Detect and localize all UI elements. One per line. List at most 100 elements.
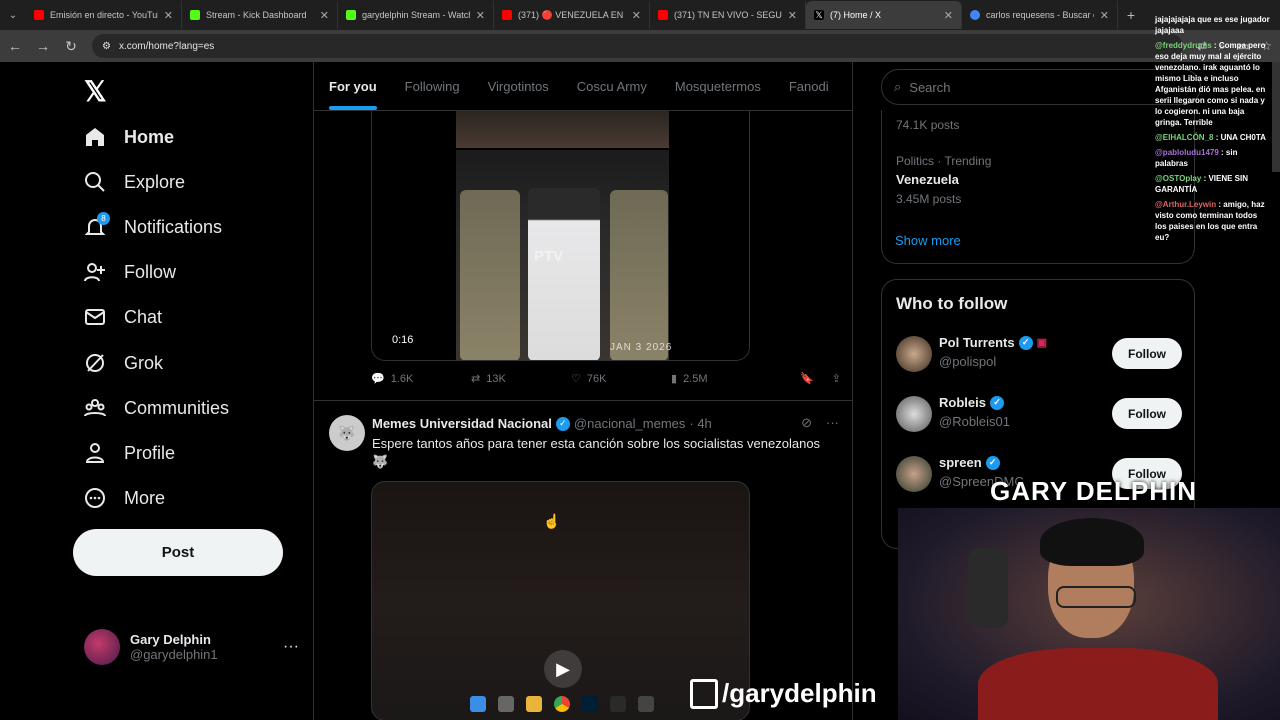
new-tab-icon[interactable]: +	[1118, 1, 1144, 29]
stream-chat-overlay: jajajajajaja que es ese jugador jajajaaa…	[1155, 14, 1270, 247]
browser-tab[interactable]: carlos requesens - Buscar con✕	[962, 1, 1118, 29]
search-input[interactable]: ⌕ Search	[881, 69, 1201, 105]
sidebar-item-explore[interactable]: Explore	[84, 171, 185, 193]
avatar[interactable]: 🐺	[329, 415, 365, 451]
streamer-glasses	[1056, 586, 1136, 608]
task-view-icon[interactable]	[498, 696, 514, 712]
verified-icon: ✓	[985, 455, 1000, 470]
panel-title: Who to follow	[896, 294, 1008, 313]
sidebar-item-profile[interactable]: Profile	[84, 442, 175, 464]
follow-suggestion[interactable]: Robleis ✓ @Robleis01 Follow	[896, 392, 1182, 436]
windows-start-icon[interactable]	[470, 696, 486, 712]
x-logo-icon[interactable]: 𝕏	[84, 75, 107, 108]
avatar	[896, 336, 932, 372]
photoshop-icon[interactable]	[582, 696, 598, 712]
home-icon	[84, 126, 106, 148]
browser-tab[interactable]: (371) TN EN VIVO - SEGUÍ LA✕	[650, 1, 806, 29]
forward-icon[interactable]: →	[36, 38, 50, 54]
post-time[interactable]: · 4h	[689, 416, 711, 431]
views-button[interactable]: ▮ 2.5M	[671, 372, 771, 386]
chat-message: jajajajajaja que es ese jugador jajajaaa	[1155, 15, 1270, 35]
trend-posts: 74.1K posts	[896, 118, 960, 132]
more-dots-icon[interactable]: ···	[826, 415, 839, 431]
bookmark-icon[interactable]: 🔖	[800, 372, 814, 385]
tab-mosquetermos[interactable]: Mosquetermos	[675, 79, 761, 94]
sidebar-item-communities[interactable]: Communities	[84, 397, 229, 419]
grok-icon[interactable]: ⊘	[801, 415, 812, 431]
people-icon	[84, 397, 106, 419]
browser-tab[interactable]: garydelphin Stream - Watch L ✕	[338, 1, 494, 29]
wolf-emoji-icon: 🐺	[372, 454, 389, 469]
chrome-icon[interactable]	[554, 696, 570, 712]
close-tab-icon[interactable]: ✕	[164, 9, 173, 22]
follow-button[interactable]: Follow	[1112, 398, 1182, 429]
close-tab-icon[interactable]: ✕	[320, 9, 329, 22]
taskbar	[470, 688, 654, 720]
share-icon[interactable]: ⇪	[832, 372, 841, 385]
reply-button[interactable]: 💬 1.6K	[371, 372, 471, 386]
post-video[interactable]: PTV 0:16 JAN 3 2026	[371, 110, 750, 361]
more-dots-icon[interactable]: ···	[283, 638, 299, 656]
account-switcher[interactable]: Gary Delphin @garydelphin1 ···	[84, 629, 299, 665]
url-field[interactable]: ⚙ x.com/home?lang=es	[92, 34, 1184, 58]
tab-search-icon[interactable]: ⌄	[0, 1, 26, 29]
avatar	[896, 396, 932, 432]
search-icon	[84, 171, 106, 193]
post-item[interactable]: 🐺 Memes Universidad Nacional ✓ @nacional…	[314, 400, 852, 720]
follow-suggestion[interactable]: Pol Turrents ✓ ▣ @polispol Follow	[896, 332, 1182, 376]
close-tab-icon[interactable]: ✕	[632, 9, 641, 22]
sidebar-item-home[interactable]: Home	[84, 126, 174, 148]
browser-tab-active[interactable]: 𝕏 (7) Home / X ✕	[806, 1, 962, 29]
site-info-icon[interactable]: ⚙	[102, 41, 111, 52]
post-button[interactable]: Post	[73, 529, 283, 576]
badge-icon: ▣	[1036, 337, 1048, 349]
close-tab-icon[interactable]: ✕	[476, 9, 485, 22]
video-date: JAN 3 2026	[610, 342, 673, 353]
browser-tab[interactable]: (371) 🔴 VENEZUELA EN VIVO✕	[494, 1, 650, 29]
webcam-overlay	[898, 508, 1280, 720]
scrollbar[interactable]	[1272, 62, 1280, 172]
youtube-icon	[658, 10, 668, 20]
close-tab-icon[interactable]: ✕	[944, 9, 953, 22]
follow-button[interactable]: Follow	[1112, 338, 1182, 369]
play-icon[interactable]: ▶	[544, 650, 582, 688]
show-more-link[interactable]: Show more	[895, 233, 961, 248]
trend-name[interactable]: Venezuela	[896, 172, 959, 187]
close-tab-icon[interactable]: ✕	[1100, 9, 1109, 22]
browser-tab[interactable]: Emisión en directo - YouTube ✕	[26, 1, 182, 29]
google-icon	[970, 10, 980, 20]
app-icon[interactable]	[638, 696, 654, 712]
x-logo-icon: 𝕏	[814, 10, 824, 20]
chat-message: @Arthur.Leywin : amigo, haz visto como t…	[1155, 200, 1265, 242]
tab-for-you[interactable]: For you	[329, 79, 377, 110]
post-tools: ⊘ ···	[801, 415, 839, 431]
repost-button[interactable]: ⇄ 13K	[471, 372, 571, 386]
browser-tab[interactable]: Stream - Kick Dashboard ✕	[182, 1, 338, 29]
reply-icon: 💬	[371, 373, 385, 385]
streamer-name-banner: GARY DELPHIN	[990, 476, 1198, 506]
soldier-figure	[460, 190, 520, 360]
sidebar-item-grok[interactable]: Grok	[84, 352, 163, 374]
tab-virgotintos[interactable]: Virgotintos	[488, 79, 549, 94]
davinci-icon[interactable]	[610, 696, 626, 712]
close-tab-icon[interactable]: ✕	[788, 9, 797, 22]
sidebar-item-follow[interactable]: Follow	[84, 261, 176, 283]
tab-following[interactable]: Following	[405, 79, 460, 94]
chat-message: @pabloludu1479 : sin palabras	[1155, 148, 1238, 168]
back-icon[interactable]: ←	[8, 38, 22, 54]
author-name[interactable]: Memes Universidad Nacional	[372, 416, 552, 431]
sidebar-item-more[interactable]: More	[84, 487, 165, 509]
author-handle[interactable]: @nacional_memes	[574, 416, 685, 431]
reload-icon[interactable]: ↻	[64, 38, 78, 55]
account-handle: @garydelphin1	[130, 647, 218, 662]
chat-message: @freddydrums : Compa pero eso deja muy m…	[1155, 41, 1266, 127]
tab-coscu-army[interactable]: Coscu Army	[577, 79, 647, 94]
youtube-icon	[502, 10, 512, 20]
tab-fanodi[interactable]: Fanodi	[789, 79, 829, 94]
video-frame: PTV	[456, 150, 669, 360]
trend-category: Politics · Trending	[896, 154, 992, 168]
sidebar-item-chat[interactable]: Chat	[84, 306, 162, 328]
file-explorer-icon[interactable]	[526, 696, 542, 712]
grok-icon	[84, 352, 106, 374]
like-button[interactable]: ♡ 76K	[571, 372, 671, 386]
